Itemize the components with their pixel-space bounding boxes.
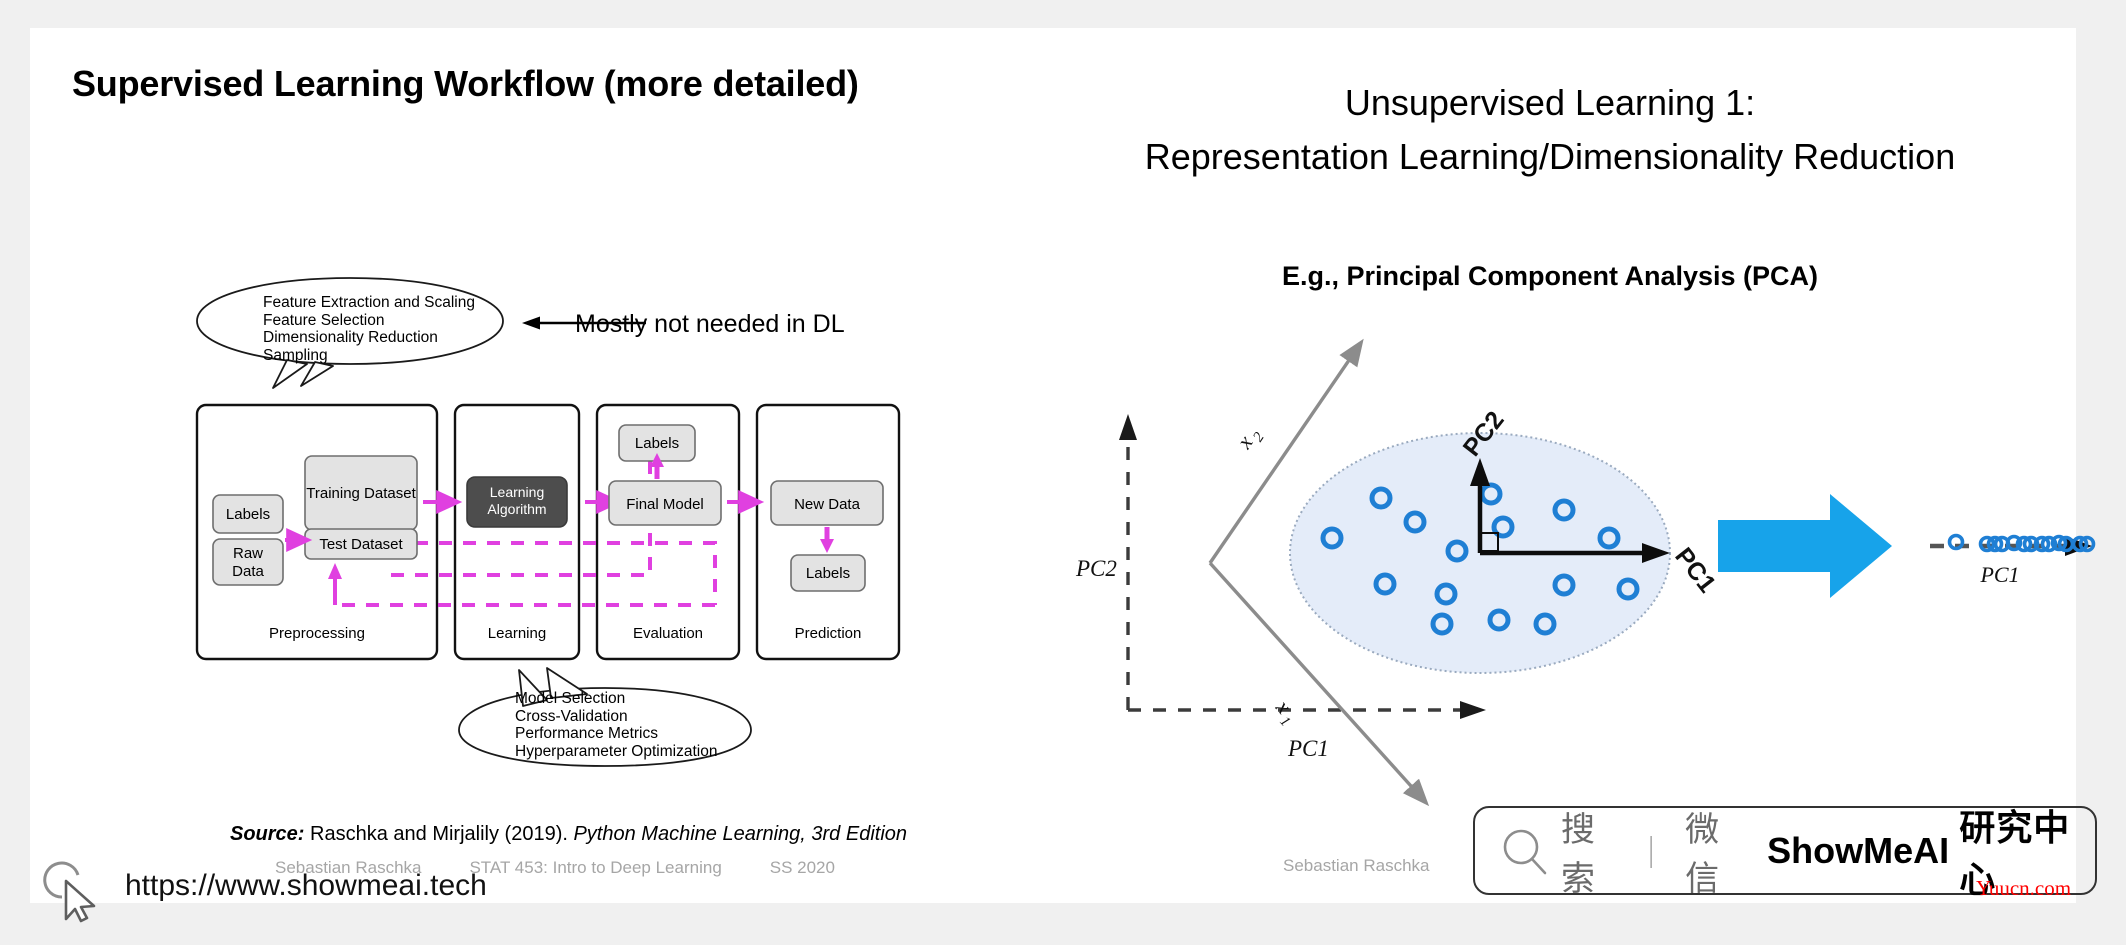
watermark-separator: ｜ [1635,834,1668,871]
svg-text:Preprocessing: Preprocessing [269,625,365,642]
annotation-label: Mostly not needed in DL [575,310,845,338]
svg-text:Data: Data [232,563,264,580]
svg-text:Learning: Learning [490,484,545,500]
svg-text:Labels: Labels [806,565,850,582]
svg-text:Learning: Learning [488,625,546,642]
svg-text:Evaluation: Evaluation [633,625,703,642]
svg-text:PC2: PC2 [1075,556,1117,581]
preprocessing-note-text: Feature Extraction and Scaling Feature S… [263,294,475,364]
learning-note-text: Model Selection Cross-Validation Perform… [515,690,718,760]
svg-text:Raw: Raw [233,545,263,562]
right-title-line1: Unsupervised Learning 1: [1344,82,1756,123]
yuucn-credit: Yuucn.com [1976,876,2072,900]
slide-canvas: Supervised Learning Workflow (more detai… [30,28,2097,903]
svg-text:PC1: PC1 [1669,542,1721,598]
watermark-brand: ShowMeAI [1767,829,1950,871]
right-title-line2: Representation Learning/Dimensionality R… [1144,136,1956,177]
svg-text:Final Model: Final Model [626,496,704,513]
search-icon [1499,826,1551,878]
svg-text:Labels: Labels [226,506,270,523]
svg-text:Algorithm: Algorithm [487,501,546,517]
svg-text:PC1: PC1 [1979,562,2019,587]
watermark-wechat-label: 微信 [1685,809,1722,899]
svg-text:Test Dataset: Test Dataset [319,536,403,553]
supervised-workflow-diagram: Labels Raw Data Training Dataset Test Da… [195,403,925,661]
source-book-title: Python Machine Learning, 3rd Edition [573,823,908,845]
svg-text:Prediction: Prediction [795,625,862,642]
footer-term: SS 2020 [769,858,835,877]
left-panel-title: Supervised Learning Workflow (more detai… [72,63,859,104]
preprocessing-note-bubble: Feature Extraction and Scaling Feature S… [195,276,505,389]
svg-text:PC1: PC1 [1287,736,1329,761]
svg-text:Training Dataset: Training Dataset [306,485,416,502]
source-label: Source: [230,823,305,845]
cursor-pointer-icon [43,861,104,923]
site-url[interactable]: https://www.showmeai.tech [125,869,487,903]
svg-text:Labels: Labels [635,435,679,452]
pca-author-credit: Sebastian Raschka [1283,856,1430,875]
svg-text:New Data: New Data [794,496,861,513]
pca-subtitle: E.g., Principal Component Analysis (PCA) [1281,261,1819,291]
pca-figure: PC2 PC1 x 2 x 1 PC2 PC1 PC1 [1070,308,2100,828]
right-panel-title: Unsupervised Learning 1: Representation … [1015,76,2085,184]
watermark-search-label: 搜索 [1561,809,1597,899]
footer-course: STAT 453: Intro to Deep Learning [469,858,722,877]
source-citation: Source: Raschka and Mirjalily (2019). Py… [230,823,907,846]
svg-text:x: x [1271,694,1297,719]
learning-note-bubble: Model Selection Cross-Validation Perform… [455,667,752,768]
source-detail: Raschka and Mirjalily (2019). [304,823,574,845]
